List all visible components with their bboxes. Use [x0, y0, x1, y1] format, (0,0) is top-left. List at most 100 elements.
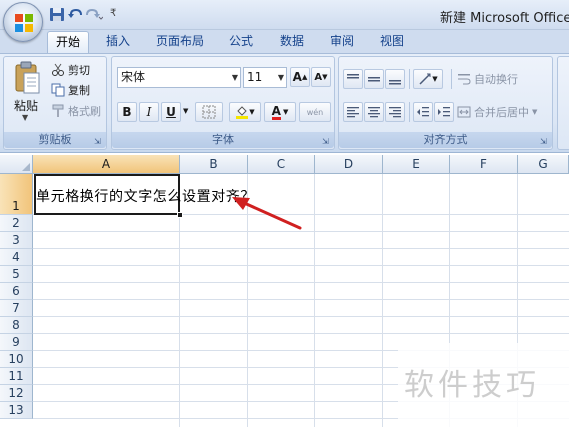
cut-button[interactable]: 剪切: [51, 61, 90, 79]
borders-button[interactable]: [195, 102, 223, 122]
wrap-text-button[interactable]: 自动换行: [457, 70, 518, 88]
tab-home[interactable]: 开始: [47, 31, 89, 53]
office-button[interactable]: [3, 2, 43, 42]
borders-icon: [202, 105, 216, 119]
paste-dropdown-icon[interactable]: ▼: [22, 113, 28, 122]
column-header-c[interactable]: C: [248, 155, 315, 174]
gridline: [33, 299, 569, 300]
font-name-combo[interactable]: 宋体 ▼: [117, 67, 241, 88]
format-painter-icon: [52, 104, 64, 117]
align-top-icon: [347, 74, 359, 79]
row-header-8[interactable]: 8: [0, 317, 33, 334]
window-title: 新建 Microsoft Office Ex: [440, 11, 569, 26]
chevron-down-icon[interactable]: ▼: [278, 68, 284, 87]
undo-icon[interactable]: [67, 7, 83, 22]
alignment-group-label: 对齐方式: [339, 132, 552, 148]
wrap-text-icon: [458, 74, 471, 85]
chevron-down-icon: ▼: [249, 108, 255, 116]
chevron-down-icon[interactable]: ▼: [232, 68, 238, 87]
align-left-icon: [347, 107, 359, 118]
tab-page-layout[interactable]: 页面布局: [148, 31, 212, 53]
align-top-button[interactable]: [343, 69, 363, 89]
align-right-button[interactable]: [385, 102, 405, 122]
shrink-font-label: A: [314, 71, 323, 83]
tab-data[interactable]: 数据: [272, 31, 312, 53]
column-header-d[interactable]: D: [315, 155, 383, 174]
column-header-e[interactable]: E: [383, 155, 450, 174]
row-header-3[interactable]: 3: [0, 232, 33, 249]
grow-font-button[interactable]: A ▲: [290, 67, 310, 87]
text-orientation-icon: [419, 73, 431, 85]
tab-insert[interactable]: 插入: [98, 31, 138, 53]
row-header-5[interactable]: 5: [0, 266, 33, 283]
row-header-4[interactable]: 4: [0, 249, 33, 266]
font-dialog-launcher-icon[interactable]: ⇲: [322, 137, 331, 146]
align-middle-button[interactable]: [364, 69, 384, 89]
row-header-2[interactable]: 2: [0, 215, 33, 232]
select-all-corner[interactable]: [0, 155, 33, 174]
format-painter-label: 格式刷: [68, 105, 101, 118]
format-painter-button[interactable]: 格式刷: [51, 102, 101, 120]
orientation-button[interactable]: ▼: [413, 69, 443, 89]
scissors-icon: [52, 63, 64, 76]
merge-center-button[interactable]: 合并后居中 ▼: [457, 103, 537, 121]
fill-bucket-icon: [236, 106, 249, 119]
alignment-dialog-launcher-icon[interactable]: ⇲: [540, 137, 549, 146]
save-icon[interactable]: [49, 7, 65, 22]
column-header-a[interactable]: A: [33, 155, 180, 174]
row-header-1[interactable]: 1: [0, 174, 33, 215]
clipboard-dialog-launcher-icon[interactable]: ⇲: [94, 137, 103, 146]
chevron-down-icon: ▼: [282, 108, 289, 116]
align-bottom-icon: [389, 80, 401, 85]
align-center-icon: [368, 107, 380, 118]
gridline: [33, 316, 569, 317]
column-header-b[interactable]: B: [180, 155, 248, 174]
increase-indent-button[interactable]: [434, 102, 454, 122]
column-header-g[interactable]: G: [518, 155, 569, 174]
copy-icon: [51, 83, 65, 97]
clipboard-group: 粘贴 ▼ 剪切 复制 格式刷 剪贴板 ⇲: [3, 56, 107, 150]
phonetic-button[interactable]: wén: [299, 102, 331, 122]
font-size-value: 11: [247, 70, 263, 84]
copy-button[interactable]: 复制: [51, 81, 90, 99]
column-header-f[interactable]: F: [450, 155, 518, 174]
align-bottom-button[interactable]: [385, 69, 405, 89]
align-left-button[interactable]: [343, 102, 363, 122]
italic-button[interactable]: I: [139, 102, 159, 122]
merge-center-label: 合并后居中: [474, 106, 529, 119]
watermark-text: 软件技巧: [404, 368, 540, 403]
redo-icon[interactable]: [85, 7, 103, 22]
underline-dropdown-icon[interactable]: ▼: [183, 107, 188, 115]
row-header-11[interactable]: 11: [0, 368, 33, 385]
number-group-partial: [557, 56, 569, 150]
tab-formulas[interactable]: 公式: [221, 31, 261, 53]
font-color-button[interactable]: A ▼: [264, 102, 296, 122]
row-header-13[interactable]: 13: [0, 402, 33, 419]
select-all-triangle-icon: [22, 163, 30, 171]
tab-review[interactable]: 审阅: [322, 31, 362, 53]
paste-icon[interactable]: [13, 61, 41, 97]
align-center-button[interactable]: [364, 102, 384, 122]
fill-color-button[interactable]: ▼: [229, 102, 261, 122]
font-size-combo[interactable]: 11 ▼: [243, 67, 287, 88]
shrink-font-button[interactable]: A ▼: [311, 67, 331, 87]
row-header-10[interactable]: 10: [0, 351, 33, 368]
underline-button[interactable]: U: [161, 102, 181, 122]
bold-button[interactable]: B: [117, 102, 137, 122]
paste-button[interactable]: 粘贴: [14, 97, 38, 114]
font-color-label: A: [271, 103, 281, 120]
decrease-indent-button[interactable]: [413, 102, 433, 122]
alignment-group: ▼ 自动换行 合并后居中 ▼ 对齐方式 ⇲: [338, 56, 553, 150]
row-header-6[interactable]: 6: [0, 283, 33, 300]
font-group-label: 字体: [112, 132, 334, 148]
red-arrow-annotation-icon: [232, 197, 302, 230]
customize-qat-button[interactable]: ₹: [110, 8, 116, 19]
row-header-9[interactable]: 9: [0, 334, 33, 351]
row-header-7[interactable]: 7: [0, 300, 33, 317]
fill-handle[interactable]: [177, 212, 183, 218]
wrap-text-label: 自动换行: [474, 73, 518, 86]
tab-view[interactable]: 视图: [372, 31, 412, 53]
align-middle-icon: [368, 77, 380, 82]
row-header-12[interactable]: 12: [0, 385, 33, 402]
decrease-indent-icon: [417, 107, 429, 117]
